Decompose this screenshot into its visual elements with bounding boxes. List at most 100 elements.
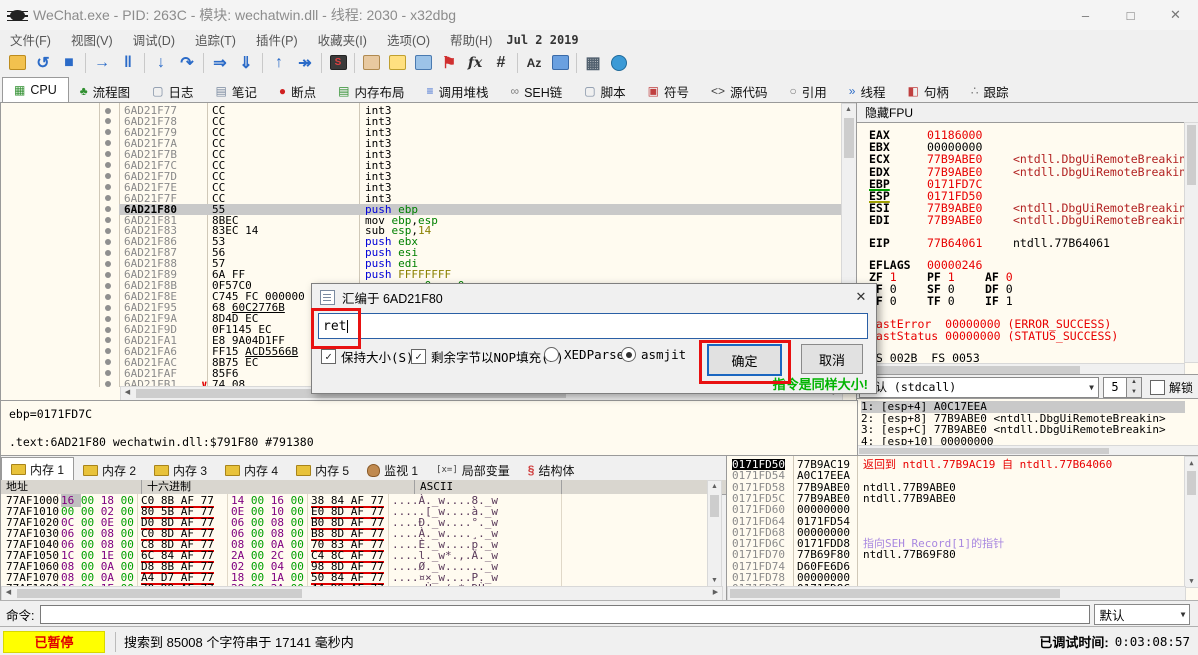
bookmarks-icon[interactable]: ⚑: [436, 51, 462, 74]
breakpoint-dot-icon[interactable]: [105, 359, 111, 365]
tab-调用堆栈[interactable]: ≡调用堆栈: [415, 79, 499, 103]
dump-tab-内存 2[interactable]: 内存 2: [74, 459, 145, 481]
memory-dump-panel[interactable]: 内存 1内存 2内存 3内存 4内存 5监视 1[x=]局部变量§结构体 地址 …: [0, 455, 727, 602]
stack-vscrollbar[interactable]: ▲ ▼: [1184, 456, 1198, 588]
stack-panel[interactable]: 0171FD5077B9AC19返回到 ntdll.77B9AC19 自 ntd…: [726, 455, 1198, 602]
register-row[interactable]: LastStatus 00000000 (STATUS_SUCCESS): [869, 330, 1118, 342]
dump-tab-内存 4[interactable]: 内存 4: [216, 459, 287, 481]
register-row[interactable]: ECX77B9ABE0<ntdll.DbgUiRemoteBreakin>: [869, 153, 1193, 165]
breakpoint-dot-icon[interactable]: [105, 250, 111, 256]
run-to-user-code-icon[interactable]: ⇓: [233, 51, 259, 74]
menu-item[interactable]: 视图(V): [61, 30, 123, 49]
breakpoint-dot-icon[interactable]: [105, 108, 111, 114]
tab-CPU[interactable]: ▦CPU: [2, 77, 69, 103]
appearance-icon[interactable]: Az: [521, 51, 547, 74]
register-row[interactable]: CF 0TF 0IF 1: [869, 295, 1043, 307]
breakpoint-dot-icon[interactable]: [105, 162, 111, 168]
xedparse-radio[interactable]: XEDParse: [544, 347, 624, 362]
labels-icon[interactable]: [410, 51, 436, 74]
breakpoint-dot-icon[interactable]: [105, 140, 111, 146]
run-until-expression-icon[interactable]: ↠: [292, 51, 318, 74]
menu-item[interactable]: 收藏夹(I): [308, 30, 377, 49]
functions-icon[interactable]: fx: [462, 51, 488, 74]
tab-句柄[interactable]: ◧句柄: [897, 79, 960, 103]
breakpoint-dot-icon[interactable]: [105, 184, 111, 190]
dump-tab-内存 5[interactable]: 内存 5: [287, 459, 358, 481]
breakpoint-dot-icon[interactable]: [105, 206, 111, 212]
register-row[interactable]: EFLAGS00000246: [869, 259, 1013, 271]
globe-icon[interactable]: [606, 51, 632, 74]
tab-断点[interactable]: ●断点: [268, 79, 327, 103]
step-over-icon[interactable]: ↷: [174, 51, 200, 74]
breakpoint-dot-icon[interactable]: [105, 294, 111, 300]
menu-item[interactable]: 选项(O): [377, 30, 440, 49]
strings-icon[interactable]: S: [325, 51, 351, 74]
cancel-button[interactable]: 取消: [801, 344, 863, 374]
minimize-button[interactable]: –: [1063, 0, 1108, 30]
dump-tab-监视 1[interactable]: 监视 1: [358, 459, 427, 481]
register-row[interactable]: ESP0171FD50: [869, 190, 1013, 202]
tab-日志[interactable]: ▢日志: [141, 79, 204, 103]
restart-icon[interactable]: ↺: [30, 51, 56, 74]
dump-tab-内存 1[interactable]: 内存 1: [1, 457, 74, 481]
breakpoint-dot-icon[interactable]: [105, 305, 111, 311]
breakpoint-dot-icon[interactable]: [105, 195, 111, 201]
command-profile-select[interactable]: 默认 ▼: [1094, 604, 1190, 625]
breakpoint-dot-icon[interactable]: [105, 261, 111, 267]
close-button[interactable]: ✕: [1153, 0, 1198, 30]
menu-item[interactable]: 追踪(T): [185, 30, 246, 49]
open-folder-icon[interactable]: [4, 51, 30, 74]
stop-icon[interactable]: ■: [56, 51, 82, 74]
breakpoint-dot-icon[interactable]: [105, 283, 111, 289]
run-icon[interactable]: →: [89, 51, 115, 74]
register-row[interactable]: EBP0171FD7C: [869, 178, 1013, 190]
argument-row[interactable]: 1: [esp+4] A0C17EEA: [861, 401, 1185, 413]
calling-convention-select[interactable]: 默认 (stdcall)▼: [859, 377, 1099, 398]
breakpoint-dot-icon[interactable]: [105, 272, 111, 278]
arguments-panel[interactable]: 1: [esp+4] A0C17EEA2: [esp+8] 77B9ABE0 <…: [856, 398, 1198, 457]
hash-icon[interactable]: #: [488, 51, 514, 74]
tab-引用[interactable]: ○引用: [779, 79, 838, 103]
breakpoint-dot-icon[interactable]: [105, 129, 111, 135]
breakpoint-dot-icon[interactable]: [105, 327, 111, 333]
hide-fpu-button[interactable]: 隐藏FPU: [857, 103, 1198, 123]
breakpoint-dot-icon[interactable]: [105, 173, 111, 179]
dump-tab-内存 3[interactable]: 内存 3: [145, 459, 216, 481]
arg-count-spinner[interactable]: 5: [1103, 377, 1127, 398]
register-row[interactable]: ZF 1PF 1AF 0: [869, 271, 1043, 283]
unlock-checkbox[interactable]: [1150, 380, 1165, 395]
register-row[interactable]: LastError 00000000 (ERROR_SUCCESS): [869, 318, 1111, 330]
asmjit-radio[interactable]: asmjit: [621, 347, 686, 362]
tab-跟踪[interactable]: ∴跟踪: [960, 79, 1020, 103]
tab-内存布局[interactable]: ▤内存布局: [327, 79, 415, 103]
menu-item[interactable]: 插件(P): [246, 30, 308, 49]
register-row[interactable]: EBX00000000: [869, 141, 1013, 153]
register-row[interactable]: ESI77B9ABE0<ntdll.DbgUiRemoteBreakin>: [869, 202, 1193, 214]
dump-tab-局部变量[interactable]: [x=]局部变量: [427, 459, 519, 481]
fill-nop-checkbox[interactable]: ✓ 剩余字节以NOP填充(F): [411, 347, 564, 366]
tab-线程[interactable]: »线程: [838, 79, 897, 103]
execute-till-return-icon[interactable]: ⇒: [207, 51, 233, 74]
breakpoint-dot-icon[interactable]: [105, 348, 111, 354]
register-row[interactable]: EAX01186000: [869, 129, 1013, 141]
register-row[interactable]: EDX77B9ABE0<ntdll.DbgUiRemoteBreakin>: [869, 166, 1193, 178]
registers-panel[interactable]: 隐藏FPU EAX01186000EBX00000000ECX77B9ABE0<…: [856, 102, 1198, 400]
register-row[interactable]: EDI77B9ABE0<ntdll.DbgUiRemoteBreakin>: [869, 214, 1193, 226]
arg-count-spinner-buttons[interactable]: ▲▼: [1127, 377, 1142, 398]
breakpoint-dot-icon[interactable]: [105, 370, 111, 376]
command-input[interactable]: [40, 605, 1090, 624]
dump-tab-结构体[interactable]: §结构体: [519, 459, 584, 481]
menu-item[interactable]: 调试(D): [123, 30, 185, 49]
tab-符号[interactable]: ▣符号: [637, 79, 700, 103]
notify-phone-icon[interactable]: [547, 51, 573, 74]
tab-SEH链[interactable]: ∞SEH链: [500, 79, 574, 103]
stack-hscrollbar[interactable]: [727, 586, 1186, 601]
disasm-row[interactable]: 6AD21F7ECCint3: [1, 182, 857, 193]
disasm-row[interactable]: 6AD21F7FCCint3: [1, 193, 857, 204]
tab-源代码[interactable]: <>源代码: [700, 79, 779, 103]
dialog-close-icon[interactable]: ✕: [852, 288, 870, 306]
register-row[interactable]: OF 0SF 0DF 0: [869, 283, 1043, 295]
dump-hscrollbar[interactable]: ◀ ▶: [1, 586, 723, 601]
tab-流程图[interactable]: ♣流程图: [69, 79, 141, 103]
pause-icon[interactable]: ‖: [115, 51, 141, 74]
